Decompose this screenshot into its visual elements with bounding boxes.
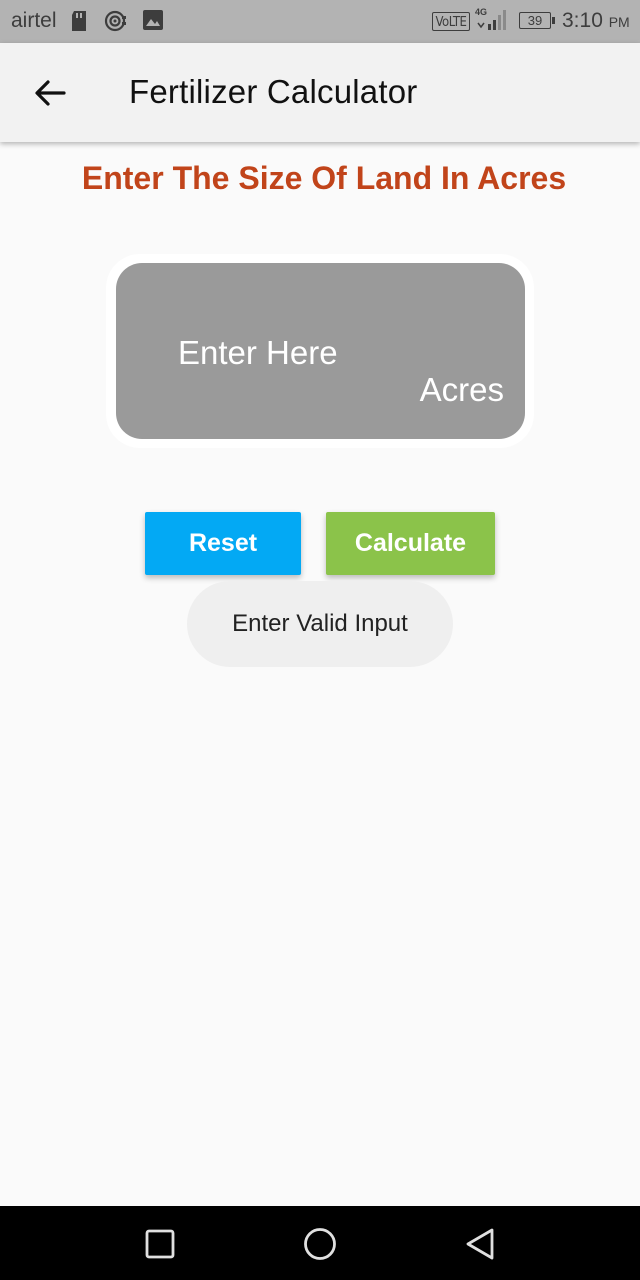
home-button[interactable] — [303, 1227, 337, 1266]
arrow-left-icon — [35, 80, 66, 106]
carrier-name: airtel — [11, 9, 57, 32]
app-title: Fertilizer Calculator — [129, 73, 418, 110]
recents-square-icon — [145, 1229, 175, 1259]
home-circle-icon — [304, 1228, 336, 1260]
input-suffix-acres: Acres — [419, 371, 504, 408]
time-ampm: PM — [608, 14, 630, 30]
sd-card-icon — [70, 10, 88, 37]
time-value: 3:10 — [562, 9, 603, 32]
back-nav-button[interactable] — [464, 1227, 496, 1266]
toast-message: Enter Valid Input — [187, 581, 453, 667]
page-heading: Enter The Size Of Land In Acres — [81, 160, 567, 196]
back-triangle-icon — [466, 1228, 494, 1260]
land-size-input[interactable]: Enter Here Acres — [116, 263, 525, 439]
status-time: 3:10 PM — [562, 9, 630, 33]
recents-button[interactable] — [145, 1229, 175, 1264]
nav-bar — [0, 1206, 640, 1280]
battery-icon: 39 — [519, 12, 551, 29]
calculate-button[interactable]: Calculate — [326, 512, 495, 575]
status-bar: airtel VoLTE 4G 39 3:10 PM — [0, 0, 640, 43]
input-placeholder: Enter Here — [178, 334, 338, 371]
app-bar: Fertilizer Calculator — [0, 43, 640, 142]
hotspot-icon — [104, 10, 128, 39]
reset-button[interactable]: Reset — [145, 512, 301, 575]
volte-indicator: VoLTE — [432, 12, 470, 31]
battery-tip — [552, 17, 555, 24]
image-icon — [143, 10, 163, 35]
back-button[interactable] — [28, 71, 72, 115]
screen: airtel VoLTE 4G 39 3:10 PM Fertilizer Ca… — [0, 0, 640, 1280]
signal-icon — [476, 9, 510, 36]
